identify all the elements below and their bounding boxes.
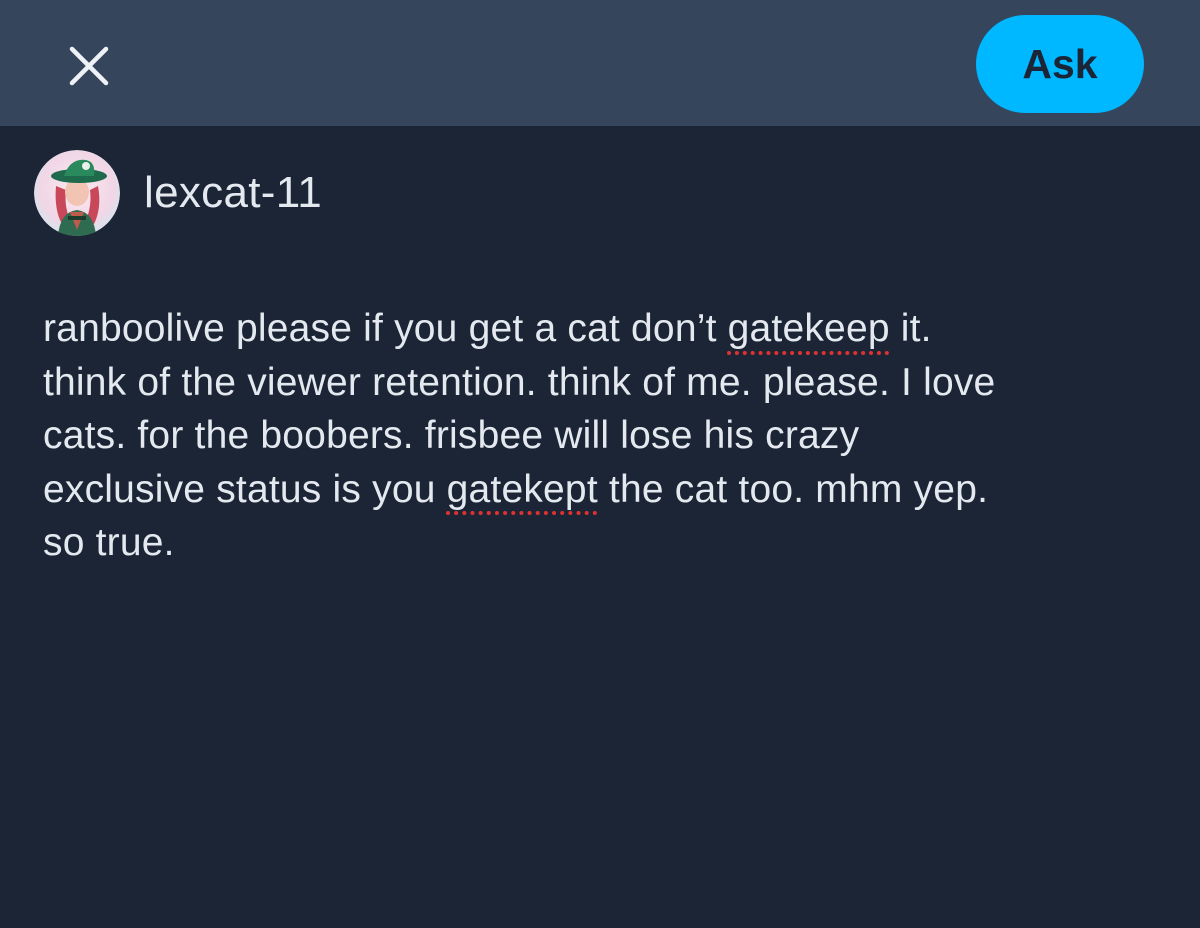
post-text-segment: ranboolive please if you get a cat don’t — [43, 307, 728, 350]
misspelled-word: gatekept — [446, 467, 598, 511]
avatar-image — [34, 150, 120, 236]
username[interactable]: lexcat-11 — [144, 168, 322, 218]
misspelled-word: gatekeep — [727, 307, 890, 350]
post-header: lexcat-11 — [34, 150, 322, 236]
top-bar: Ask — [0, 0, 1200, 126]
ask-button[interactable]: Ask — [976, 15, 1144, 113]
close-button[interactable] — [58, 35, 120, 97]
close-icon — [69, 46, 109, 86]
avatar[interactable] — [34, 150, 120, 236]
post-body: ranboolive please if you get a cat don’t… — [43, 302, 1163, 570]
